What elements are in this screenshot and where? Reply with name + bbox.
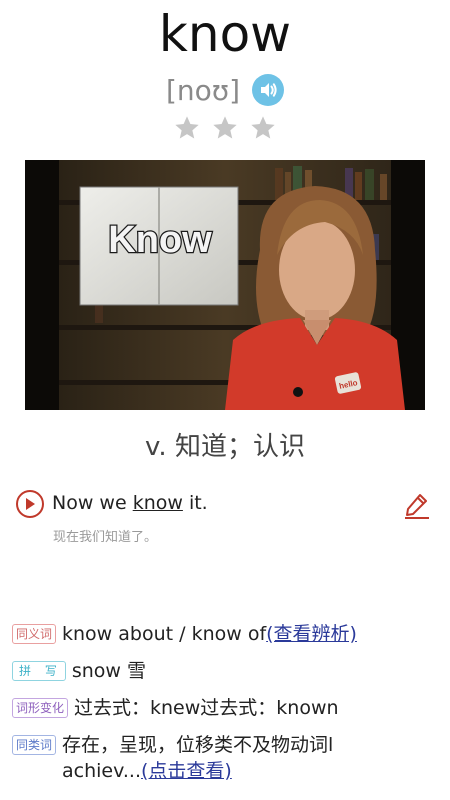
- book-title: Know: [108, 219, 212, 261]
- example-text-before: Now we: [52, 492, 133, 514]
- word-forms-text: 过去式：knew过去式：known: [74, 697, 339, 719]
- synonym-tag: 同义词: [12, 624, 57, 644]
- phonetic: [noʊ]: [165, 73, 241, 107]
- synonym-row: 同义词 know about / know of(查看辨析): [12, 621, 357, 647]
- view-more-link[interactable]: (点击查看): [141, 760, 232, 782]
- spelling-text: snow 雪: [71, 660, 146, 682]
- definition: v. 知道；认识: [145, 432, 305, 462]
- example-keyword[interactable]: know: [133, 492, 183, 514]
- star-icon: [251, 116, 275, 139]
- similar-words-row: 同类词 存在，呈现，位移类不及物动词l achiev...(点击查看): [12, 732, 333, 784]
- word-forms-tag: 词形变化: [12, 698, 69, 718]
- headword: know: [158, 5, 292, 63]
- similar-words-tag: 同类词: [12, 735, 57, 755]
- spelling-row: 拼 写 snow 雪: [12, 658, 146, 684]
- similar-words-line2: achiev...: [62, 760, 142, 782]
- pencil-icon[interactable]: [402, 490, 432, 520]
- synonym-text: know about / know of: [62, 623, 267, 645]
- video-thumbnail[interactable]: Know hello: [25, 160, 425, 410]
- example-translation: 现在我们知道了。: [53, 530, 158, 545]
- video-frame: Know hello: [25, 160, 425, 410]
- star-icon: [175, 116, 199, 139]
- similar-words-line1: 存在，呈现，位移类不及物动词l: [62, 734, 334, 756]
- pronunciation-row: [noʊ]: [0, 70, 450, 110]
- speaker-icon[interactable]: [252, 74, 285, 106]
- star-icon: [213, 116, 237, 139]
- compare-link[interactable]: (查看辨析): [266, 623, 357, 645]
- play-icon[interactable]: [16, 490, 44, 518]
- example-english: Now we know it.: [52, 492, 208, 514]
- spelling-tag: 拼 写: [12, 661, 66, 681]
- word-forms-row: 词形变化 过去式：knew过去式：known: [12, 695, 339, 721]
- example-text-after: it.: [182, 492, 208, 514]
- difficulty-stars: [0, 114, 450, 142]
